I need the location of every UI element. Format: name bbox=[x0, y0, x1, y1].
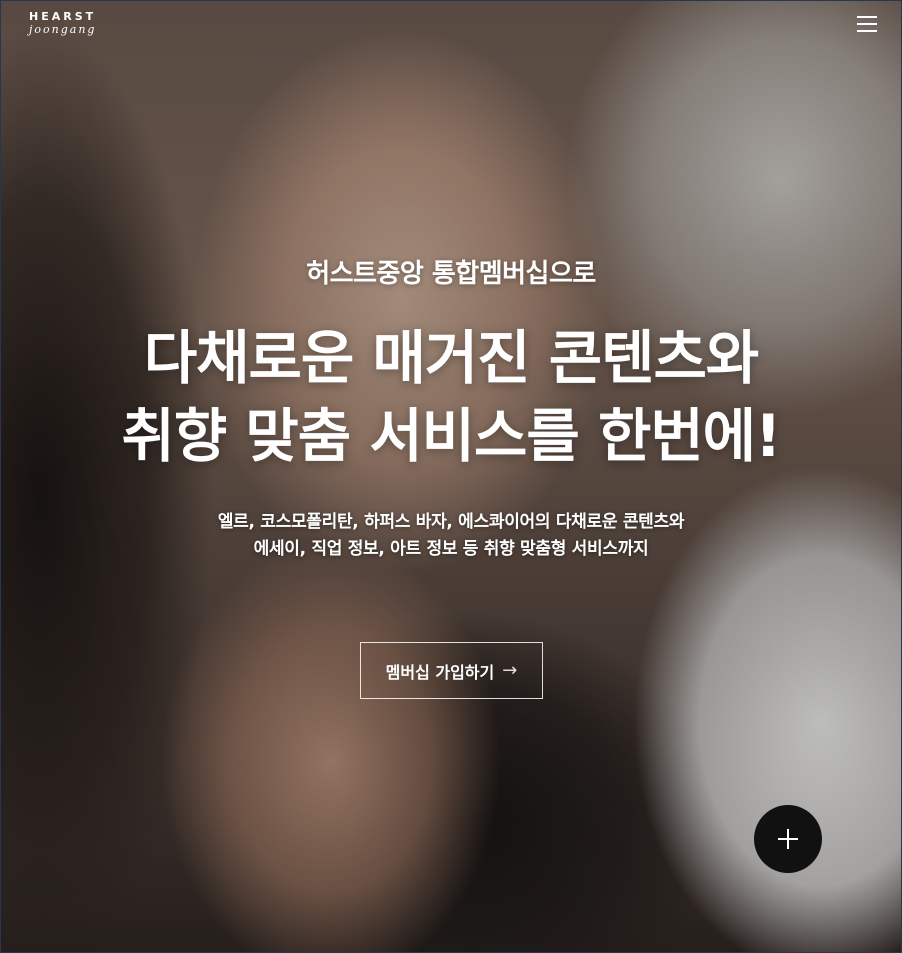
floating-plus-button[interactable] bbox=[754, 805, 822, 873]
hero-subtitle: 허스트중앙 통합멤버십으로 bbox=[306, 259, 596, 289]
logo-wordmark-bottom: joongang bbox=[29, 23, 97, 36]
hero-description: 엘르, 코스모폴리탄, 하퍼스 바자, 에스콰이어의 다채로운 콘텐츠와 에세이… bbox=[1, 509, 901, 563]
signup-button-label: 멤버십 가입하기 bbox=[385, 662, 495, 682]
hero-overlay bbox=[1, 1, 901, 952]
arrow-right-icon: → bbox=[502, 660, 518, 681]
headline-line: 다채로운 매거진 콘텐츠와 bbox=[143, 324, 759, 392]
membership-signup-button[interactable]: 멤버십 가입하기 → bbox=[360, 642, 543, 699]
headline-line: 취향 맞춤 서비스를 한번에! bbox=[121, 402, 782, 470]
hamburger-menu-icon[interactable] bbox=[857, 16, 879, 33]
hearst-joongang-logo[interactable]: HEARST joongang bbox=[29, 11, 96, 35]
menu-bar bbox=[857, 16, 877, 18]
description-line: 엘르, 코스모폴리탄, 하퍼스 바자, 에스콰이어의 다채로운 콘텐츠와 bbox=[217, 512, 685, 532]
menu-bar bbox=[857, 23, 877, 25]
menu-bar bbox=[857, 30, 877, 32]
page-frame: HEARST joongang 허스트중앙 통합멤버십으로 다채로운 매거진 콘… bbox=[0, 0, 902, 953]
logo-wordmark-top: HEARST bbox=[29, 10, 97, 23]
description-line: 에세이, 직업 정보, 아트 정보 등 취향 맞춤형 서비스까지 bbox=[253, 539, 649, 559]
hero-headline: 다채로운 매거진 콘텐츠와 취향 맞춤 서비스를 한번에! bbox=[1, 319, 901, 475]
